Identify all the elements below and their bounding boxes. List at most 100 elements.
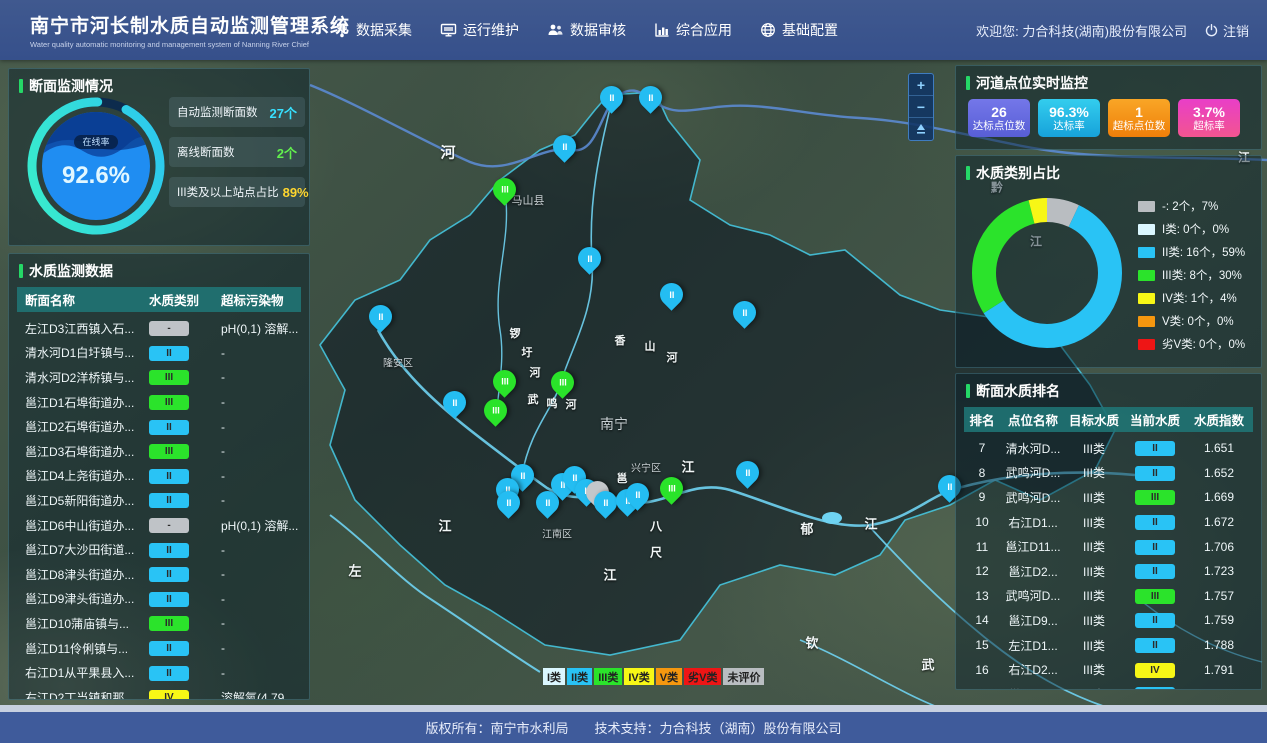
nav-data-audit[interactable]: 数据审核 xyxy=(547,20,626,40)
map-legend-item[interactable]: V类 xyxy=(656,668,682,685)
title-accent-bar xyxy=(19,264,23,278)
quality-table-row[interactable]: 邕江D5新阳街道办...II- xyxy=(17,488,301,513)
rank-table-row[interactable]: 7清水河D...III类II1.651 xyxy=(964,436,1253,461)
quality-table-row[interactable]: 邕江D8津头街道办...II- xyxy=(17,562,301,587)
legend-label: II类: 16个，59% xyxy=(1162,244,1245,260)
quality-table-row[interactable]: 邕江D10蒲庙镇与...III- xyxy=(17,611,301,636)
rank-index: 1.723 xyxy=(1188,564,1250,578)
rank-name: 邕江D2... xyxy=(1000,563,1066,580)
quality-table-row[interactable]: 清水河D2洋桥镇与...III- xyxy=(17,365,301,390)
grade-badge: II xyxy=(149,641,189,656)
pollutant: - xyxy=(221,444,303,458)
rank-table-row[interactable]: 12邕江D2...III类II1.723 xyxy=(964,559,1253,584)
section-name: 邕江D10蒲庙镇与... xyxy=(17,615,149,632)
map-legend-item[interactable]: II类 xyxy=(567,668,592,685)
grade-badge: II xyxy=(149,469,189,484)
rank-index: 1.669 xyxy=(1188,490,1250,504)
top-header: 南宁市河长制水质自动监测管理系统 Water quality automatic… xyxy=(0,0,1267,60)
rank-name: 清水河D... xyxy=(1000,440,1066,457)
marker-grade-label: II xyxy=(378,312,383,322)
quality-table-row[interactable]: 邕江D3石埠街道办...III- xyxy=(17,439,301,464)
grade-badge: II xyxy=(149,567,189,582)
quality-table-row[interactable]: 右江D2丁当镇和那...IV溶解氧(4.79 xyxy=(17,685,301,700)
rank-name: 邕江D9... xyxy=(1000,612,1066,629)
panel-title: 水质类别占比 xyxy=(976,163,1060,183)
card-label: 达标率 xyxy=(1053,120,1085,133)
quality-table-row[interactable]: 邕江D7大沙田街道...II- xyxy=(17,537,301,562)
quality-table-row[interactable]: 邕江D11伶俐镇与...II- xyxy=(17,636,301,661)
section-name: 清水河D2洋桥镇与... xyxy=(17,369,149,386)
map-legend-item[interactable]: 未评价 xyxy=(723,668,764,685)
grade-badge: III xyxy=(149,616,189,631)
zoom-in-button[interactable]: + xyxy=(909,74,933,96)
map-legend-item[interactable]: 劣V类 xyxy=(684,668,721,685)
realtime-card[interactable]: 1超标点位数 xyxy=(1108,99,1170,137)
rank-index: 1.791 xyxy=(1188,663,1250,677)
app-subtitle: Water quality automatic monitoring and m… xyxy=(30,40,320,49)
legend-label: III类: 8个，30% xyxy=(1162,267,1242,283)
marker-grade-label: III xyxy=(559,378,567,388)
grade-badge: II xyxy=(1135,540,1175,555)
quality-table-row[interactable]: 邕江D4上尧街道办...II- xyxy=(17,464,301,489)
logout-button[interactable]: 注销 xyxy=(1205,21,1249,40)
quality-table-row[interactable]: 邕江D1石埠街道办...III- xyxy=(17,390,301,415)
card-value: 1 xyxy=(1135,104,1143,120)
stat-row: 离线断面数2个 xyxy=(169,137,305,167)
quality-table-row[interactable]: 左江D3江西镇入石...-pH(0,1) 溶解... xyxy=(17,316,301,341)
marker-grade-label: II xyxy=(562,142,567,152)
pie-legend-item: -: 2个，7% xyxy=(1138,198,1245,214)
title-accent-bar xyxy=(966,76,970,90)
pie-legend-item: IV类: 1个，4% xyxy=(1138,290,1245,306)
legend-swatch xyxy=(1138,293,1155,304)
barchart-icon xyxy=(654,22,670,38)
rank-table-row[interactable]: 9武鸣河D...III类III1.669 xyxy=(964,485,1253,510)
dashboard: 河马山县江隆安区锣圩河香山河武鸣河南宁兴宁区邕江江南区八尺江左江郁江钦武江黔江 … xyxy=(0,0,1267,743)
gauge-label: 在线率 xyxy=(82,136,109,147)
rank-target: III类 xyxy=(1066,563,1122,580)
rank-table-row[interactable]: 10右江D1...III类II1.672 xyxy=(964,510,1253,535)
rank-table-row[interactable]: 13武鸣河D...III类III1.757 xyxy=(964,584,1253,609)
rank-index: 1.672 xyxy=(1188,515,1250,529)
globe-icon xyxy=(760,22,776,38)
map-legend-item[interactable]: IV类 xyxy=(624,668,653,685)
quality-table-row[interactable]: 邕江D9津头街道办...II- xyxy=(17,587,301,612)
pie-legend-item: I类: 0个，0% xyxy=(1138,221,1245,237)
grade-badge: II xyxy=(149,420,189,435)
rank-rank: 8 xyxy=(964,466,1000,480)
col-pollutant: 超标污染物 xyxy=(221,290,303,309)
rank-table-row[interactable]: 17邕江D7...III类II1.908 xyxy=(964,682,1253,690)
nav-comprehensive-app[interactable]: 综合应用 xyxy=(654,20,732,40)
map-legend-item[interactable]: I类 xyxy=(543,668,565,685)
marker-grade-label: III xyxy=(668,484,676,494)
nav-basic-config[interactable]: 基础配置 xyxy=(760,20,838,40)
pollutant: - xyxy=(221,666,303,680)
section-name: 邕江D8津头街道办... xyxy=(17,566,149,583)
rank-table-row[interactable]: 8武鸣河D...III类II1.652 xyxy=(964,461,1253,486)
quality-table-row[interactable]: 邕江D6中山街道办...-pH(0,1) 溶解... xyxy=(17,513,301,538)
quality-table-row[interactable]: 右江D1从平果县入...II- xyxy=(17,660,301,685)
stat-value: 89% xyxy=(283,185,309,200)
map-legend-item[interactable]: III类 xyxy=(594,668,622,685)
nav-data-collection[interactable]: 数据采集 xyxy=(334,20,412,40)
quality-table-row[interactable]: 清水河D1白圩镇与...II- xyxy=(17,341,301,366)
nav-operation-maintenance[interactable]: 运行维护 xyxy=(440,20,519,40)
rank-table-row[interactable]: 15左江D1...III类II1.788 xyxy=(964,633,1253,658)
pollutant: - xyxy=(221,346,303,360)
rank-table-row[interactable]: 16右江D2...III类IV1.791 xyxy=(964,657,1253,682)
quality-table-row[interactable]: 邕江D2石埠街道办...II- xyxy=(17,414,301,439)
category-ratio-panel: 水质类别占比 -: 2个，7% I类: 0个，0% II类: 16个，59% III类… xyxy=(955,155,1262,368)
realtime-card[interactable]: 3.7%超标率 xyxy=(1178,99,1240,137)
rank-table-row[interactable]: 11邕江D11...III类II1.706 xyxy=(964,534,1253,559)
rank-rank: 12 xyxy=(964,564,1000,578)
realtime-card[interactable]: 96.3%达标率 xyxy=(1038,99,1100,137)
realtime-card[interactable]: 26达标点位数 xyxy=(968,99,1030,137)
rank-table-row[interactable]: 14邕江D9...III类II1.759 xyxy=(964,608,1253,633)
zoom-out-button[interactable]: − xyxy=(909,96,933,118)
nav-label: 综合应用 xyxy=(676,20,732,40)
zoom-extent-button[interactable] xyxy=(909,118,933,140)
card-value: 3.7% xyxy=(1193,104,1225,120)
nav-label: 数据采集 xyxy=(356,20,412,40)
rank-target: III类 xyxy=(1066,464,1122,481)
section-name: 邕江D9津头街道办... xyxy=(17,590,149,607)
pie-legend-item: III类: 8个，30% xyxy=(1138,267,1245,283)
